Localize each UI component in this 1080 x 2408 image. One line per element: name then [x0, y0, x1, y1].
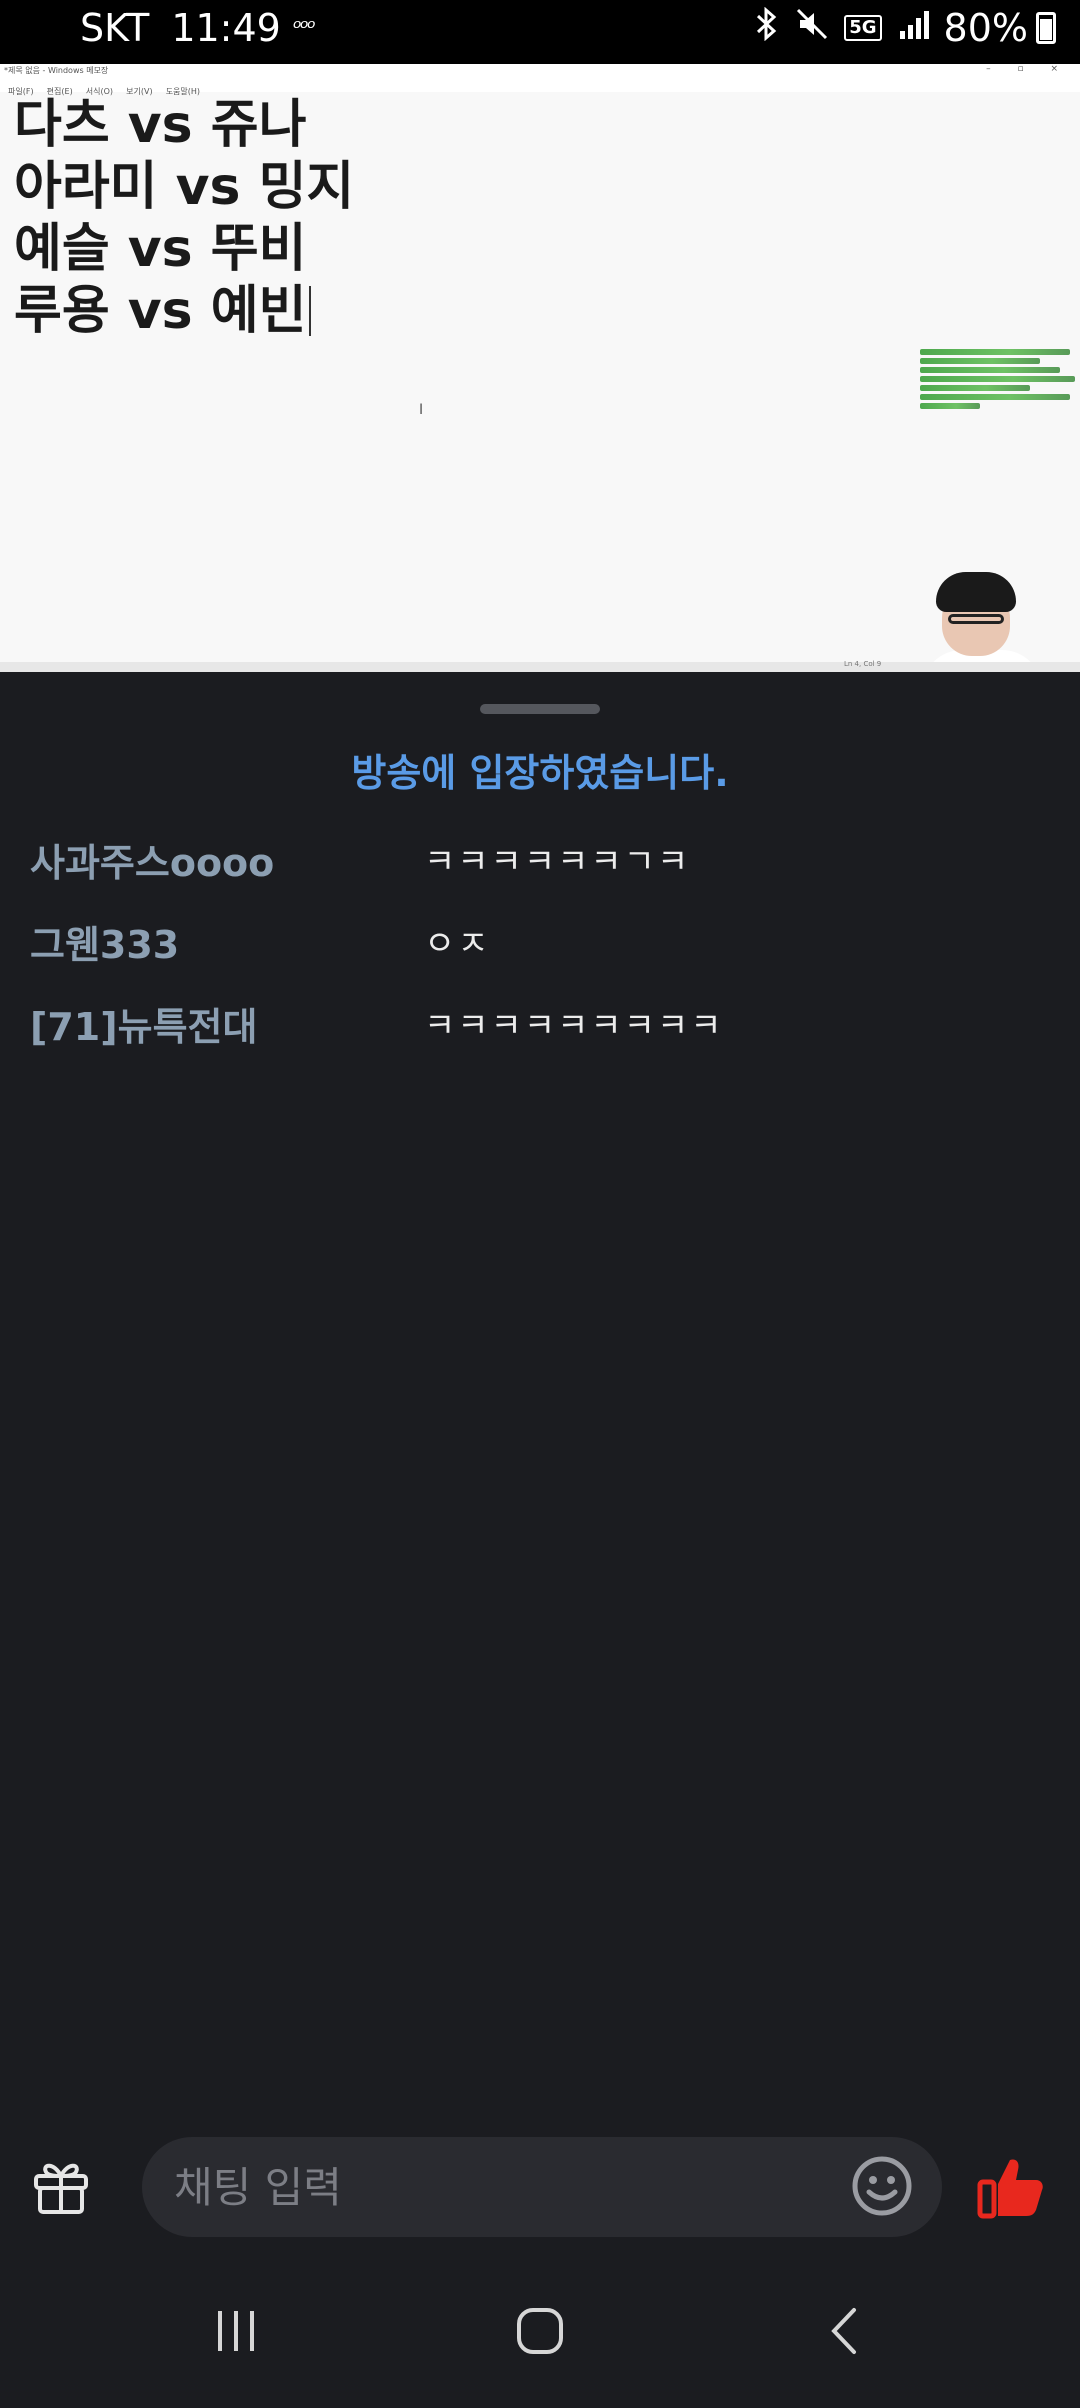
home-icon[interactable]: [500, 2296, 580, 2366]
stream-video[interactable]: *제목 없음 - Windows 메모장 – ▫ × 파일(F) 편집(E) 서…: [0, 64, 1080, 672]
chat-username[interactable]: 그웬333: [30, 914, 179, 969]
battery-fill: [1040, 19, 1052, 40]
notepad-titlebar: *제목 없음 - Windows 메모장 – ▫ ×: [0, 64, 1080, 79]
notepad-status-text: Ln 4, Col 9: [844, 660, 882, 668]
chat-message[interactable]: 그웬333 ㅇㅈ: [0, 914, 1080, 974]
chat-message[interactable]: [71]뉴특전대 ㅋㅋㅋㅋㅋㅋㅋㅋㅋ: [0, 996, 1080, 1056]
gift-icon[interactable]: [32, 2158, 90, 2216]
chat-text: ㅋㅋㅋㅋㅋㅋㄱㅋ: [424, 842, 691, 882]
battery-percent: 80%: [943, 6, 1028, 50]
entry-notice: 방송에 입장하였습니다.: [351, 751, 729, 795]
clock: 11:49: [171, 6, 281, 50]
chat-message[interactable]: 사과주스oooo ㅋㅋㅋㅋㅋㅋㄱㅋ: [0, 832, 1080, 892]
notepad-window-buttons: – ▫ ×: [986, 64, 1070, 74]
network-indicator-icon: ᵒᵒᵒ: [292, 15, 316, 41]
streamer-webcam: [922, 572, 1042, 672]
chat-input-bar: [0, 2132, 1080, 2242]
ibeam-cursor-icon: I: [419, 402, 424, 418]
chat-text: ㅇㅈ: [424, 924, 491, 964]
notepad-line: 예슬 vs 뚜비: [14, 219, 307, 279]
status-bar: SKT 11:49 ᵒᵒᵒ 5G 80%: [0, 0, 1080, 64]
notepad-line: 다츠 vs 쥬나: [14, 95, 307, 155]
5g-icon: 5G: [844, 15, 882, 41]
thumbs-up-icon[interactable]: [976, 2152, 1046, 2222]
bluetooth-icon: [752, 6, 780, 49]
notepad-menu: 파일(F) 편집(E) 서식(O) 보기(V) 도움말(H): [0, 78, 1080, 96]
status-right: 5G 80%: [736, 6, 1056, 50]
emoji-icon[interactable]: [850, 2154, 914, 2218]
stream-chat-overlay: [920, 346, 1080, 412]
mute-icon: [796, 8, 828, 48]
status-left: SKT 11:49 ᵒᵒᵒ: [80, 6, 316, 50]
back-icon[interactable]: [804, 2296, 884, 2366]
notepad-line-last: 루용 vs 예빈: [14, 280, 354, 342]
chat-input[interactable]: [142, 2137, 942, 2237]
notepad-text: 다츠 vs 쥬나 아라미 vs 밍지 예슬 vs 뚜비 루용 vs 예빈: [14, 94, 354, 342]
carrier-label: SKT: [80, 6, 150, 50]
chat-username[interactable]: 사과주스oooo: [30, 832, 274, 887]
chat-username[interactable]: [71]뉴특전대: [30, 996, 257, 1051]
recent-apps-icon[interactable]: [196, 2296, 276, 2366]
drag-handle[interactable]: [480, 704, 600, 714]
chat-text: ㅋㅋㅋㅋㅋㅋㅋㅋㅋ: [424, 1006, 724, 1046]
battery-icon: [1036, 12, 1056, 44]
notepad-line-text: 루용 vs 예빈: [14, 281, 307, 341]
system-nav-bar: [0, 2256, 1080, 2408]
notepad-statusbar: Ln 4, Col 9: [0, 660, 1080, 672]
notepad-line: 아라미 vs 밍지: [14, 157, 355, 217]
notepad-title: *제목 없음 - Windows 메모장: [4, 66, 109, 75]
signal-icon: [898, 9, 932, 47]
text-cursor: [309, 286, 312, 336]
